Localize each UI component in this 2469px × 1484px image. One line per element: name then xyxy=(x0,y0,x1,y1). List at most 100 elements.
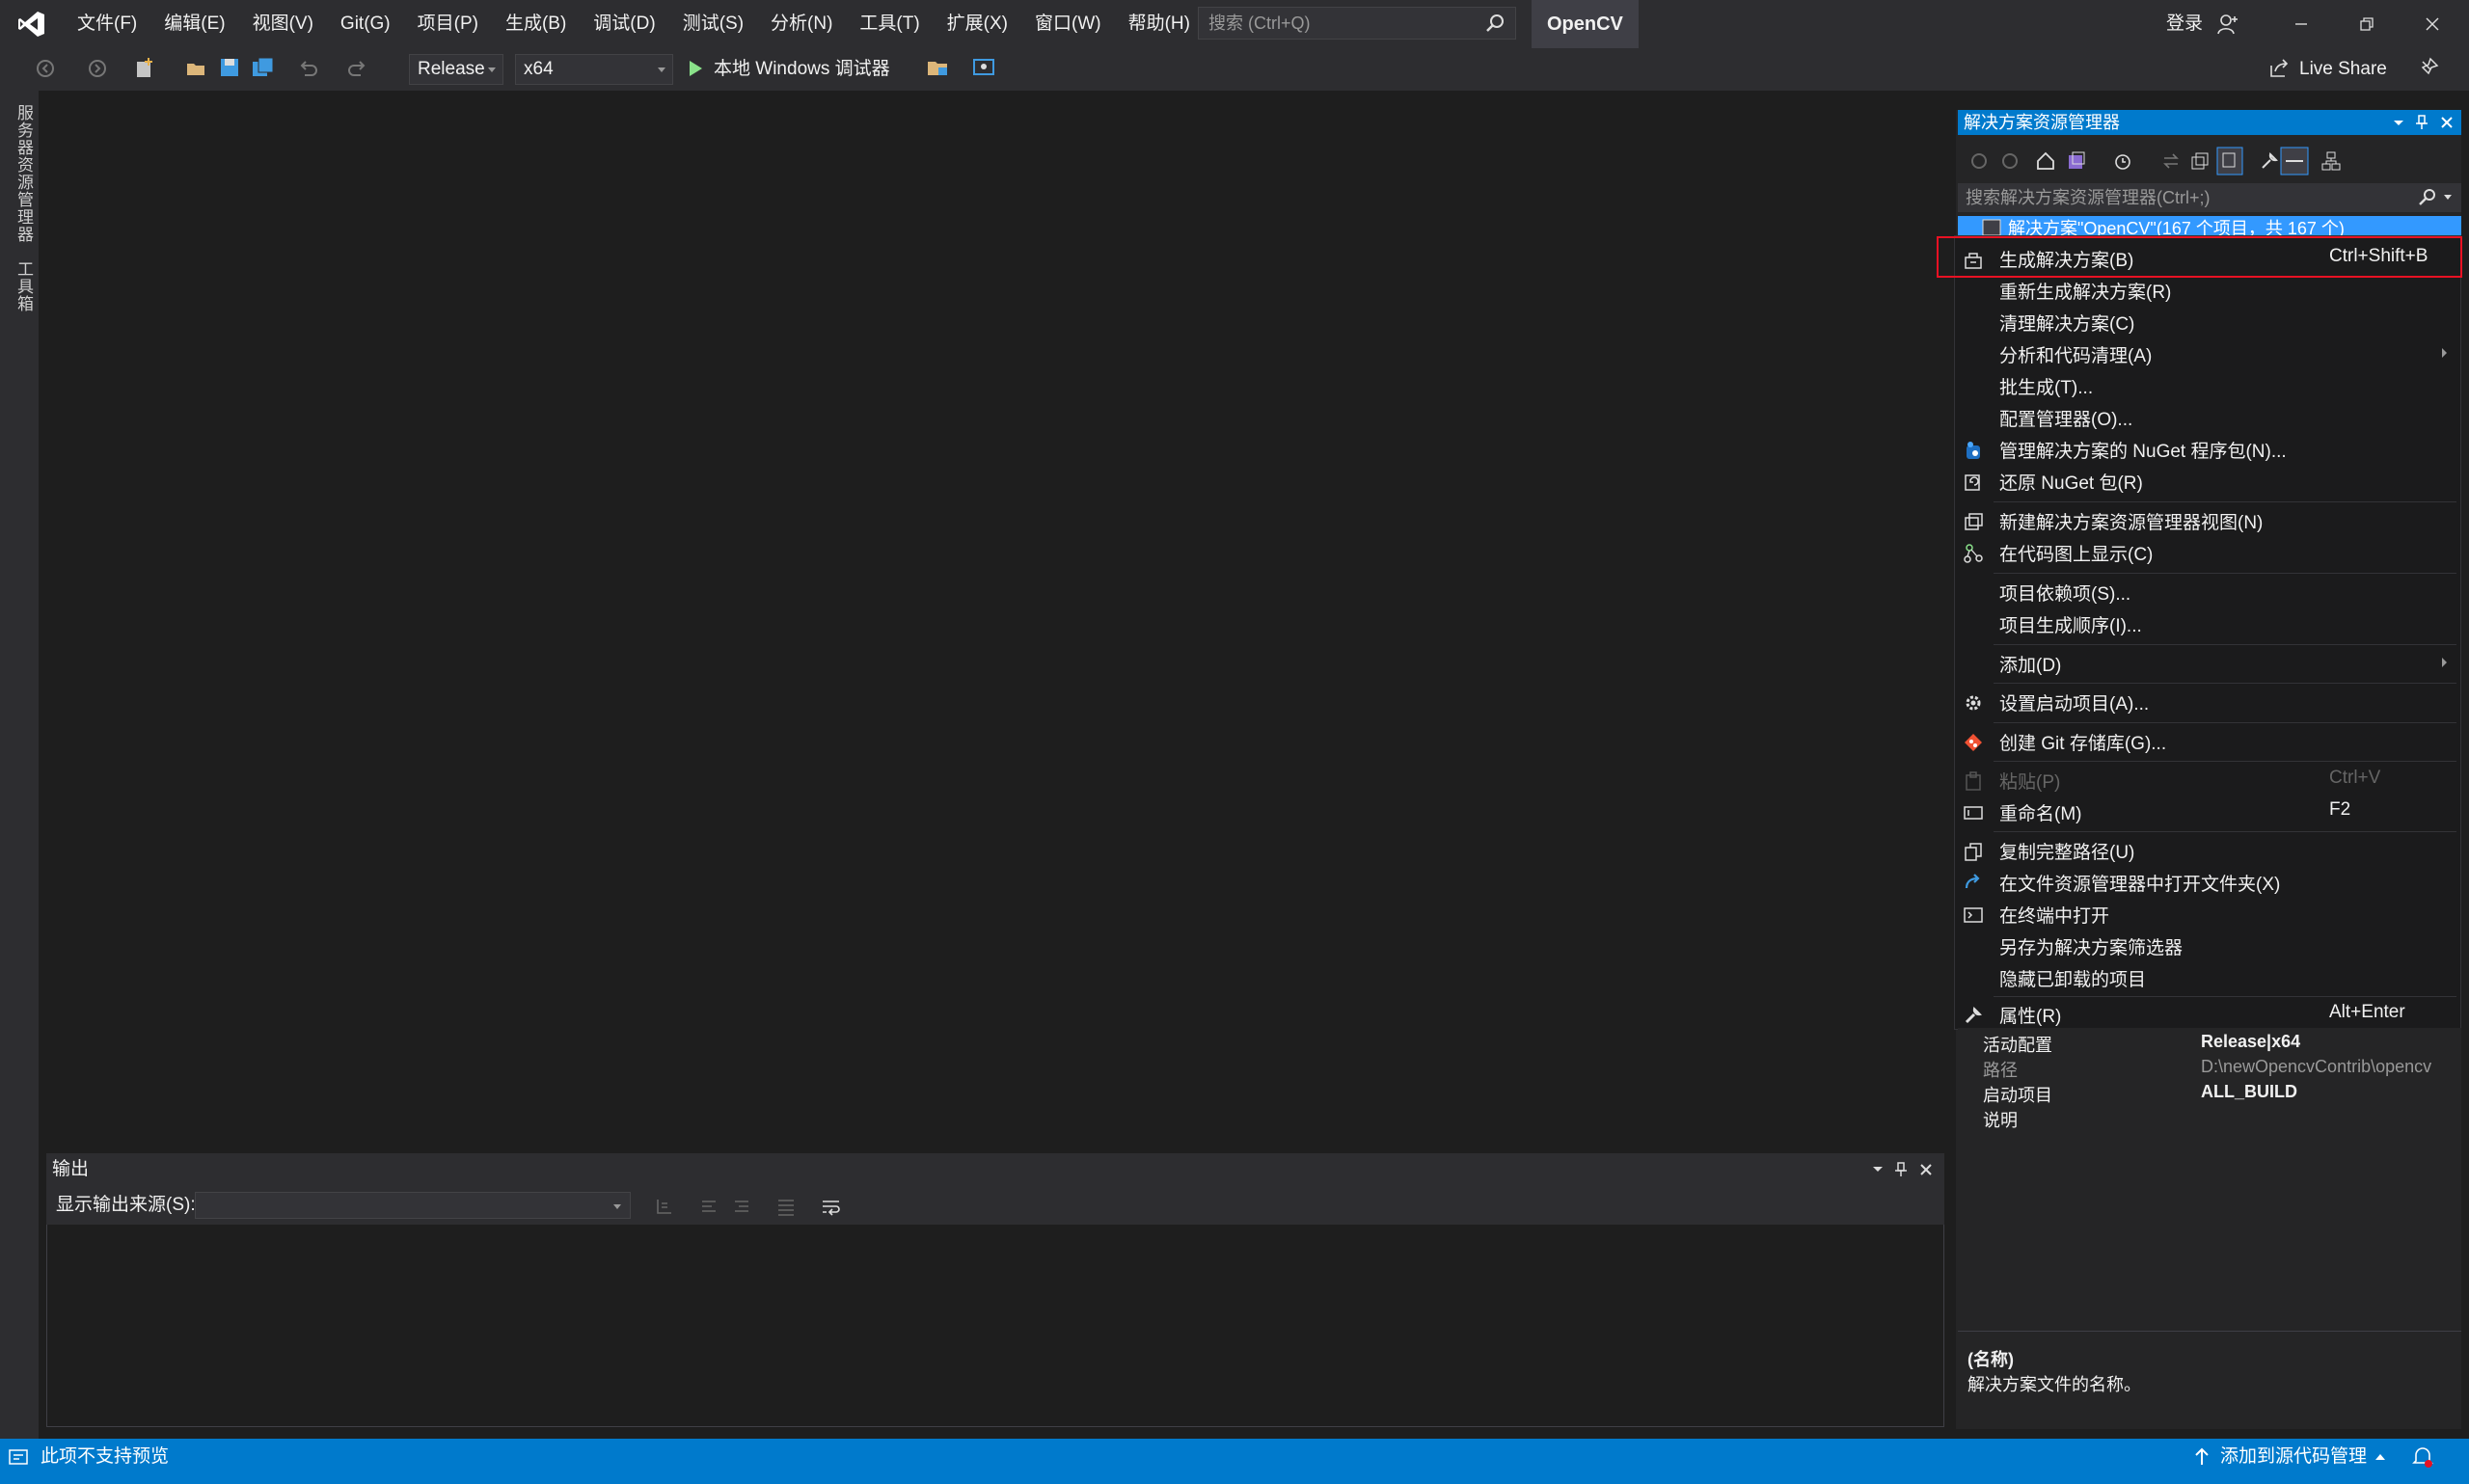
menu-item[interactable]: 生成(B) xyxy=(492,0,580,48)
save-icon[interactable] xyxy=(218,56,241,79)
chevron-down-icon[interactable] xyxy=(2390,113,2407,132)
menu-item-restore-nuget[interactable]: 还原 NuGet 包(R) xyxy=(1955,465,2460,496)
menu-item[interactable]: 编辑(E) xyxy=(150,0,238,48)
go-to-next-icon[interactable] xyxy=(731,1196,752,1217)
home-icon[interactable] xyxy=(2035,150,2056,172)
menu-item[interactable]: 扩展(X) xyxy=(934,0,1021,48)
menu-item[interactable]: 分析(N) xyxy=(757,0,846,48)
property-value[interactable]: ALL_BUILD xyxy=(2201,1082,2461,1107)
menu-item[interactable]: 窗口(W) xyxy=(1021,0,1115,48)
chevron-down-icon[interactable] xyxy=(2442,193,2454,202)
menu-item-label: 添加(D) xyxy=(1999,656,2062,676)
open-folder-icon[interactable] xyxy=(926,56,951,79)
properties-wrench-icon[interactable] xyxy=(2259,150,2280,172)
menu-item[interactable]: Git(G) xyxy=(327,0,404,48)
property-value[interactable]: D:\newOpencvContrib\opencv xyxy=(2201,1057,2461,1082)
menu-item-paste[interactable]: 粘贴(P) Ctrl+V xyxy=(1955,764,2460,795)
start-debugging-icon[interactable] xyxy=(687,59,704,78)
menu-item-analyze-code-cleanup[interactable]: 分析和代码清理(A) xyxy=(1955,337,2460,368)
chevron-down-icon[interactable] xyxy=(1869,1161,1886,1178)
word-wrap-icon[interactable] xyxy=(820,1196,843,1217)
switch-views-icon[interactable] xyxy=(2066,150,2087,172)
add-to-source-control-button[interactable]: 添加到源代码管理 xyxy=(2220,1439,2367,1475)
menu-item-create-git-repo[interactable]: 创建 Git 存储库(G)... xyxy=(1955,725,2460,756)
menu-item-open-in-file-explorer[interactable]: 在文件资源管理器中打开文件夹(X) xyxy=(1955,866,2460,897)
menu-item[interactable]: 帮助(H) xyxy=(1115,0,1204,48)
screenshot-tool-icon[interactable] xyxy=(972,56,997,79)
open-file-icon[interactable] xyxy=(185,56,208,79)
start-debugging-button[interactable]: 本地 Windows 调试器 xyxy=(714,48,890,91)
minimize-button[interactable] xyxy=(2268,0,2334,48)
menu-item[interactable]: 视图(V) xyxy=(239,0,327,48)
forward-icon[interactable] xyxy=(2000,151,2020,171)
back-icon[interactable] xyxy=(1969,151,1989,171)
menu-item-build-order[interactable]: 项目生成顺序(I)... xyxy=(1955,607,2460,638)
undo-icon[interactable] xyxy=(297,58,318,79)
menu-item[interactable]: 测试(S) xyxy=(669,0,757,48)
live-share-icon[interactable] xyxy=(2268,58,2290,79)
search-icon xyxy=(1484,13,1506,34)
notification-bell-icon[interactable] xyxy=(2411,1444,2434,1470)
show-all-files-icon[interactable] xyxy=(2216,147,2243,175)
menu-item-hide-unloaded[interactable]: 隐藏已卸载的项目 xyxy=(1955,961,2460,992)
menu-item-project-dependencies[interactable]: 项目依赖项(S)... xyxy=(1955,576,2460,607)
save-all-icon[interactable] xyxy=(251,56,276,79)
solution-explorer-search-input[interactable]: 搜索解决方案资源管理器(Ctrl+;) xyxy=(1958,183,2461,212)
go-to-previous-icon[interactable] xyxy=(698,1196,719,1217)
menu-item[interactable]: 调试(D) xyxy=(580,0,668,48)
menu-item-clean-solution[interactable]: 清理解决方案(C) xyxy=(1955,306,2460,337)
redo-icon[interactable] xyxy=(347,58,368,79)
feedback-icon[interactable] xyxy=(2417,56,2440,79)
close-icon[interactable] xyxy=(1917,1161,1935,1178)
menu-item[interactable]: 文件(F) xyxy=(64,0,150,48)
live-share-button[interactable]: Live Share xyxy=(2299,48,2387,91)
menu-item[interactable]: 工具(T) xyxy=(846,0,933,48)
menu-item-copy-full-path[interactable]: 复制完整路径(U) xyxy=(1955,834,2460,865)
pin-icon[interactable] xyxy=(1892,1160,1910,1179)
login-link[interactable]: 登录 xyxy=(2166,0,2203,48)
close-icon[interactable] xyxy=(2438,113,2455,132)
menu-item-show-on-code-map[interactable]: 在代码图上显示(C) xyxy=(1955,536,2460,567)
global-search-input[interactable]: 搜索 (Ctrl+Q) xyxy=(1198,7,1516,40)
menu-item-properties[interactable]: 属性(R) Alt+Enter xyxy=(1955,998,2460,1029)
new-project-icon[interactable] xyxy=(133,56,156,79)
menu-item-add[interactable]: 添加(D) xyxy=(1955,647,2460,678)
navigate-forward-icon[interactable] xyxy=(87,58,108,79)
standard-toolbar xyxy=(0,48,2469,91)
close-window-button[interactable] xyxy=(2400,0,2465,48)
menu-item-set-startup-projects[interactable]: 设置启动项目(A)... xyxy=(1955,686,2460,716)
output-source-dropdown[interactable] xyxy=(195,1192,631,1219)
property-description-title: (名称) xyxy=(1967,1350,2014,1369)
menu-item-rename[interactable]: 重命名(M) F2 xyxy=(1955,796,2460,826)
property-value[interactable] xyxy=(2201,1107,2461,1132)
pending-changes-filter-icon[interactable] xyxy=(2112,150,2133,172)
find-message-icon[interactable] xyxy=(654,1196,675,1217)
menu-item-save-filter[interactable]: 另存为解决方案筛选器 xyxy=(1955,930,2460,960)
configuration-dropdown[interactable]: Release xyxy=(409,54,503,85)
server-explorer-tab[interactable]: 服务器资源管理器 xyxy=(12,104,36,243)
menu-item-configuration-manager[interactable]: 配置管理器(O)... xyxy=(1955,401,2460,432)
menu-item-new-explorer-view[interactable]: 新建解决方案资源管理器视图(N) xyxy=(1955,504,2460,535)
menu-separator xyxy=(1994,831,2456,832)
restore-button[interactable] xyxy=(2334,0,2400,48)
clear-all-icon[interactable] xyxy=(775,1196,797,1217)
navigate-back-icon[interactable] xyxy=(35,58,56,79)
menu-item-label: 管理解决方案的 NuGet 程序包(N)... xyxy=(1999,442,2287,462)
status-bar: 此项不支持预览 添加到源代码管理 xyxy=(0,1439,2469,1484)
visual-studio-logo-icon[interactable] xyxy=(0,0,64,48)
user-icon[interactable] xyxy=(2216,13,2239,36)
toolbox-tab[interactable]: 工具箱 xyxy=(12,260,36,312)
menu-item-rebuild-solution[interactable]: 重新生成解决方案(R) xyxy=(1955,274,2460,305)
property-value[interactable]: Release|x64 xyxy=(2201,1032,2461,1057)
collapse-all-icon[interactable] xyxy=(2189,150,2211,172)
platform-dropdown[interactable]: x64 xyxy=(515,54,673,85)
menu-item[interactable]: 项目(P) xyxy=(404,0,492,48)
menu-item-batch-build[interactable]: 批生成(T)... xyxy=(1955,369,2460,400)
class-diagram-icon[interactable] xyxy=(2320,150,2342,172)
sync-icon[interactable] xyxy=(2160,150,2182,172)
pin-icon[interactable] xyxy=(2413,113,2430,132)
menu-item-open-in-terminal[interactable]: 在终端中打开 xyxy=(1955,898,2460,929)
chevron-up-icon[interactable] xyxy=(2374,1452,2386,1462)
preview-selected-icon[interactable] xyxy=(2280,147,2309,175)
menu-item-manage-nuget[interactable]: 管理解决方案的 NuGet 程序包(N)... xyxy=(1955,433,2460,464)
